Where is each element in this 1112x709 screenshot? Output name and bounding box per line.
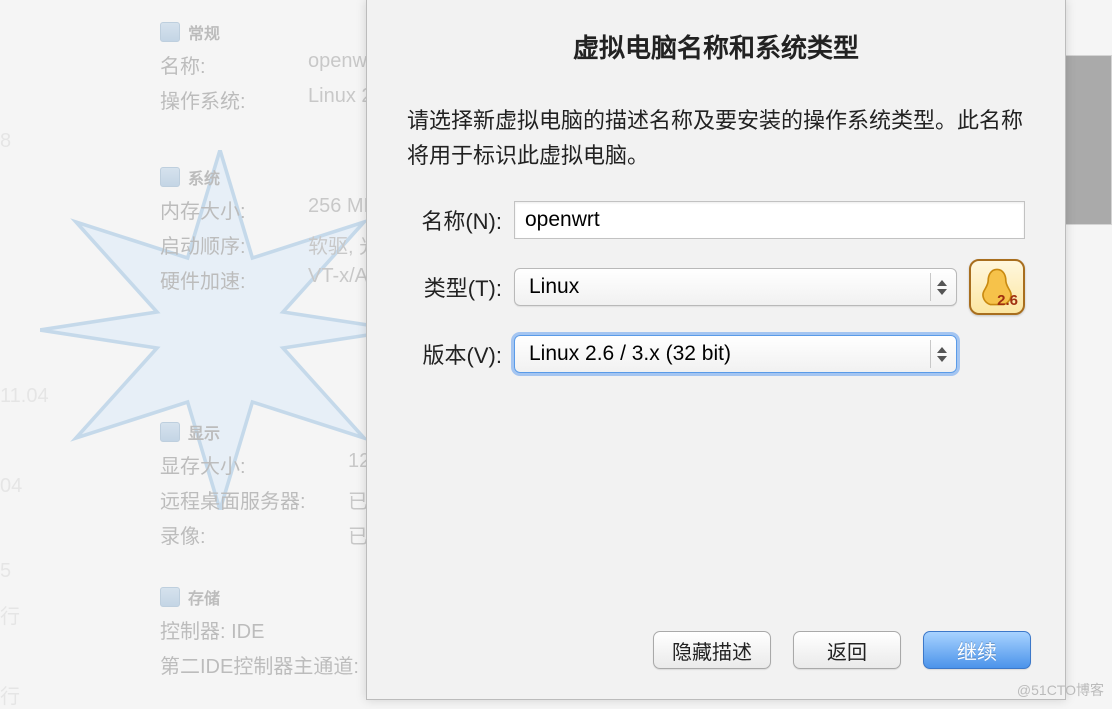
type-select[interactable]: Linux — [514, 268, 957, 306]
bg-display-hdr: 显示 — [188, 420, 220, 444]
bg-boot-k: 启动顺序: — [160, 230, 300, 259]
dialog-body: 请选择新虚拟电脑的描述名称及要安装的操作系统类型。此名称将用于标识此虚拟电脑。 … — [367, 83, 1065, 631]
name-label: 名称(N): — [407, 204, 502, 236]
version-select-value: Linux 2.6 / 3.x (32 bit) — [529, 342, 731, 366]
type-label: 类型(T): — [407, 271, 502, 303]
bg-rdp-k: 远程桌面服务器: — [160, 485, 340, 514]
version-select[interactable]: Linux 2.6 / 3.x (32 bit) — [514, 335, 957, 373]
watermark: @51CTO博客 — [1017, 680, 1104, 700]
bg-display-icon — [160, 422, 180, 442]
row-type: 类型(T): Linux 2.6 — [407, 259, 1025, 315]
bg-general-icon — [160, 22, 180, 42]
continue-button[interactable]: 继续 — [923, 631, 1031, 669]
starburst-decoration — [40, 150, 400, 510]
bg-mem-k: 内存大小: — [160, 195, 300, 224]
dialog-title: 虚拟电脑名称和系统类型 — [367, 0, 1065, 83]
row-version: 版本(V): Linux 2.6 / 3.x (32 bit) — [407, 335, 1025, 373]
back-button[interactable]: 返回 — [793, 631, 901, 669]
bg-general-hdr: 常规 — [188, 20, 220, 44]
chevron-updown-icon — [930, 340, 952, 368]
bg-left5: 行 — [0, 600, 20, 629]
bg-system-icon — [160, 167, 180, 187]
name-input[interactable] — [514, 201, 1025, 239]
row-name: 名称(N): — [407, 201, 1025, 239]
bg-storage-icon — [160, 587, 180, 607]
version-label: 版本(V): — [407, 338, 502, 370]
bg-ctrl: 控制器: IDE — [160, 615, 264, 644]
bg-accel-k: 硬件加速: — [160, 265, 300, 294]
bg-rec-k: 录像: — [160, 520, 340, 549]
os-icon-version: 2.6 — [997, 292, 1018, 309]
bg-storage-hdr: 存储 — [188, 585, 220, 609]
bg-left3: 04 — [0, 475, 22, 498]
hide-description-button[interactable]: 隐藏描述 — [653, 631, 771, 669]
bg-left4: 5 — [0, 560, 11, 583]
bg-left1: 8 — [0, 130, 11, 153]
bg-vram-k: 显存大小: — [160, 450, 340, 479]
os-type-icon: 2.6 — [969, 259, 1025, 315]
bg-os-k: 操作系统: — [160, 85, 300, 114]
dialog-description: 请选择新虚拟电脑的描述名称及要安装的操作系统类型。此名称将用于标识此虚拟电脑。 — [407, 103, 1025, 173]
type-select-value: Linux — [529, 275, 579, 299]
new-vm-dialog: 虚拟电脑名称和系统类型 请选择新虚拟电脑的描述名称及要安装的操作系统类型。此名称… — [366, 0, 1066, 700]
bg-left2: 11.04 — [0, 385, 49, 408]
bg-name-k: 名称: — [160, 50, 300, 79]
bg-left6: 行 — [0, 680, 20, 709]
chevron-updown-icon — [930, 273, 952, 301]
bg-system-hdr: 系统 — [188, 165, 220, 189]
dialog-buttons: 隐藏描述 返回 继续 — [367, 631, 1065, 699]
